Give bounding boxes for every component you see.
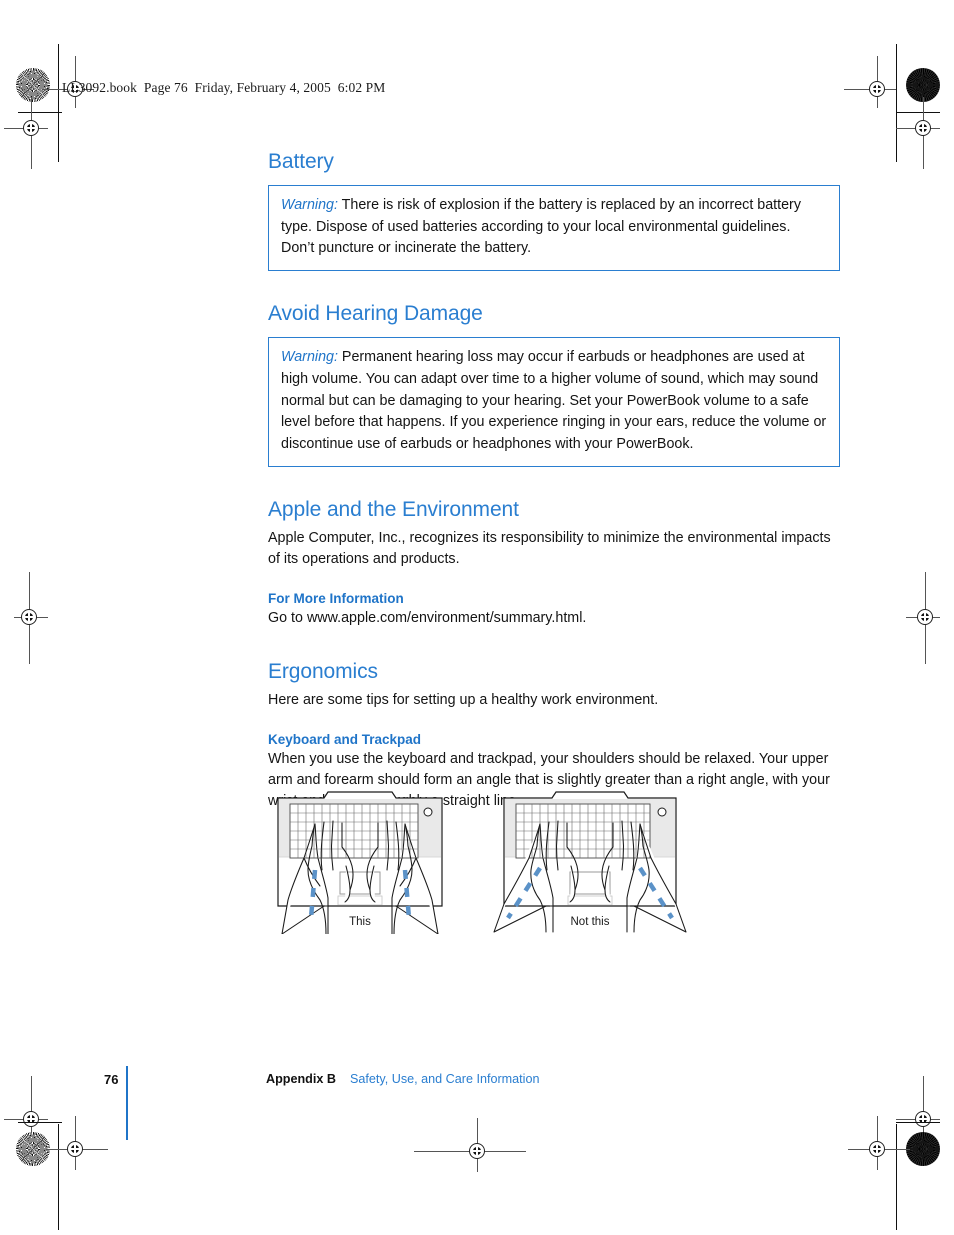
rosette-mark-top-left: [16, 68, 50, 102]
subheading-for-more-information: For More Information: [268, 590, 404, 606]
section-heading-battery: Battery: [268, 150, 334, 173]
warning-box-hearing: Warning: Permanent hearing loss may occu…: [268, 337, 840, 467]
crop-rule-top-right: [896, 44, 897, 162]
crop-rule-right-lower: [896, 1122, 940, 1123]
registration-mark-right-middle: [906, 572, 940, 664]
crop-rule-bottom-left: [58, 1124, 59, 1230]
figure-incorrect-posture: Not this: [490, 786, 690, 934]
registration-mark-bottom-left: [46, 1116, 108, 1170]
registration-mark-bottom-right: [848, 1116, 910, 1170]
section-body-environment: Apple Computer, Inc., recognizes its res…: [268, 529, 831, 567]
file-header-stamp: LL3092.book Page 76 Friday, February 4, …: [62, 80, 386, 95]
crop-rule-left-lower: [18, 1122, 62, 1123]
rosette-mark-bottom-right: [906, 1132, 940, 1166]
figure-correct-posture: This: [268, 786, 452, 934]
warning-text: Permanent hearing loss may occur if earb…: [281, 349, 827, 453]
registration-mark-left-middle: [14, 572, 48, 664]
registration-mark-top-right: [844, 56, 896, 108]
figure-caption-this: This: [349, 916, 371, 928]
laptop-hands-incorrect-illustration: [493, 791, 687, 933]
crop-rule-bottom-right: [896, 1124, 897, 1230]
footer-chapter-label: Appendix B: [266, 1072, 336, 1086]
section-body-ergonomics: Here are some tips for setting up a heal…: [268, 691, 659, 708]
page-content: Battery Warning: There is risk of explos…: [268, 150, 840, 812]
registration-mark-left-lower: [4, 1076, 48, 1134]
section-heading-ergonomics: Ergonomics: [268, 659, 378, 683]
crop-rule-top-left: [58, 44, 59, 162]
laptop-hands-correct-illustration: [277, 791, 443, 934]
figure-caption-not-this: Not this: [570, 916, 610, 928]
warning-label: Warning:: [281, 349, 338, 366]
footer-rule: [126, 1066, 128, 1140]
registration-mark-right-lower: [896, 1076, 940, 1134]
page-footer: 76 Appendix B Safety, Use, and Care Info…: [0, 1066, 954, 1140]
registration-mark-bottom-center: [414, 1118, 526, 1172]
registration-mark-right-upper: [896, 97, 940, 169]
subsection-body-for-more-information: Go to www.apple.com/environment/summary.…: [268, 609, 587, 626]
subheading-keyboard-and-trackpad: Keyboard and Trackpad: [268, 731, 422, 747]
rosette-mark-bottom-left: [16, 1132, 50, 1166]
section-heading-hearing: Avoid Hearing Damage: [268, 302, 483, 326]
page-number: 76: [104, 1072, 119, 1087]
registration-mark-left-upper: [4, 97, 48, 169]
ergonomics-figures: This Not this: [268, 786, 840, 946]
warning-text: There is risk of explosion if the batter…: [281, 197, 801, 257]
section-heading-environment: Apple and the Environment: [268, 497, 519, 521]
warning-box-battery: Warning: There is risk of explosion if t…: [268, 185, 840, 272]
warning-label: Warning:: [281, 197, 338, 213]
footer-section-title: Safety, Use, and Care Information: [350, 1072, 540, 1086]
